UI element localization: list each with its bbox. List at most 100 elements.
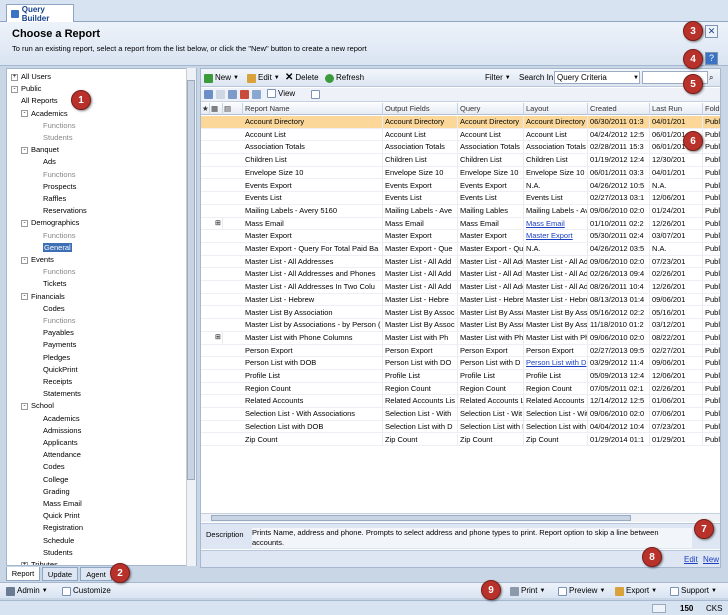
table-row[interactable]: Master List - All Addresses Master List -… (201, 255, 720, 269)
tree-item[interactable]: + All Users (11, 71, 51, 83)
tree-item[interactable]: Functions (43, 266, 76, 278)
layout-type-icon[interactable]: ▤ (223, 103, 243, 115)
tree-item[interactable]: Payments (43, 339, 76, 351)
tree-item[interactable]: - Financials (21, 291, 65, 303)
column-header[interactable]: Last Run (650, 103, 703, 115)
tree-item[interactable]: Codes (43, 303, 65, 315)
preview-button[interactable]: Preview ▼ (558, 585, 605, 597)
tree-item[interactable]: All Reports (21, 95, 58, 107)
grid-scrollbar-thumb[interactable] (211, 515, 631, 521)
tree-item[interactable]: + Tributes (21, 559, 58, 565)
layout-link[interactable]: Person List with D (526, 358, 586, 367)
print-icon[interactable] (228, 90, 237, 99)
table-row[interactable]: Envelope Size 10 Envelope Size 10 Envelope… (201, 166, 720, 180)
tab-query-builder[interactable]: Query Builder (6, 4, 74, 23)
grid-horizontal-scrollbar[interactable] (201, 513, 720, 522)
table-row[interactable]: Mailing Labels - Avery 5160 Mailing Label… (201, 204, 720, 218)
table-row[interactable]: Region Count Region Count Region Count Regi… (201, 382, 720, 396)
table-row[interactable]: Master Export Master Export Master Export M… (201, 230, 720, 243)
column-header[interactable]: Output Fields (383, 103, 458, 115)
tree-item[interactable]: Admissions (43, 425, 81, 437)
collapse-icon[interactable]: - (21, 293, 28, 301)
tree-item[interactable]: Schedule (43, 535, 74, 547)
tree-item[interactable]: - Demographics (21, 217, 79, 229)
customize-button[interactable]: Customize (62, 585, 111, 597)
tree-item[interactable]: Functions (43, 120, 76, 132)
tree-item[interactable]: Applicants (43, 437, 78, 449)
table-row[interactable]: Related Accounts Related Accounts Lis Rela… (201, 395, 720, 409)
collapse-icon[interactable]: - (21, 402, 28, 410)
tab-agent[interactable]: Agent (80, 567, 112, 581)
table-row[interactable]: Master List - All Addresses In Two Colu M… (201, 281, 720, 294)
star-icon[interactable]: ★ (201, 103, 210, 115)
tree-item[interactable]: Grading (43, 486, 70, 498)
table-row[interactable]: Master List - All Addresses and Phones Ma… (201, 268, 720, 282)
column-header[interactable]: Report Name (243, 103, 383, 115)
view-button[interactable]: View (267, 89, 295, 98)
table-row[interactable]: Person Export Person Export Person Export P… (201, 344, 720, 358)
tree-item[interactable]: Codes (43, 461, 65, 473)
tree-item[interactable]: - School (21, 400, 54, 412)
table-row[interactable]: Selection List with DOB Selection List wi… (201, 420, 720, 434)
collapse-icon[interactable]: - (21, 146, 28, 154)
copy-icon[interactable] (216, 90, 225, 99)
tree-item[interactable]: Prospects (43, 181, 76, 193)
search-icon[interactable]: ⌕ (709, 72, 713, 84)
column-header[interactable]: Query (458, 103, 524, 115)
export-icon[interactable] (240, 90, 249, 99)
tree-item[interactable]: Attendance (43, 449, 81, 461)
tree-item[interactable]: - Events (21, 254, 54, 266)
tree-item[interactable]: - Public (11, 83, 41, 95)
tree-item[interactable]: Registration (43, 522, 83, 534)
close-icon[interactable]: ✕ (705, 25, 718, 38)
table-row[interactable]: Master Export - Query For Total Paid Ba M… (201, 243, 720, 256)
table-row[interactable]: Master List - Hebrew Master List - Hebre M… (201, 293, 720, 307)
table-row[interactable]: Account Directory Account Directory Accoun… (201, 116, 720, 129)
tree-item[interactable]: Functions (43, 230, 76, 242)
tree-item[interactable]: Pledges (43, 352, 70, 364)
tree-item[interactable]: Students (43, 547, 73, 559)
tree-item[interactable]: Mass Email (43, 498, 82, 510)
refresh-button[interactable]: Refresh (325, 72, 364, 84)
table-row[interactable]: Children List Children List Children List C… (201, 154, 720, 167)
tree-scrollbar-thumb[interactable] (187, 80, 195, 480)
layout-link[interactable]: Mass Email (526, 219, 565, 228)
tree-item[interactable]: General (43, 242, 72, 254)
table-row[interactable]: Profile List Profile List Profile List Prof… (201, 370, 720, 383)
tree-item[interactable]: Academics (43, 413, 80, 425)
collapse-icon[interactable]: - (21, 219, 28, 227)
delete-button[interactable]: ✕ Delete (285, 72, 319, 84)
new-description-link[interactable]: New (703, 555, 719, 564)
layout-icon[interactable] (311, 90, 320, 99)
edit-description-link[interactable]: Edit (684, 555, 698, 564)
export-button[interactable]: Export ▼ (615, 585, 657, 597)
table-row[interactable]: Person List with DOB Person List with DO P… (201, 357, 720, 370)
search-in-select[interactable]: Query Criteria ▼ (554, 71, 640, 84)
table-row[interactable]: ⊞ Mass Email Mass Email Mass Email Mass Emai… (201, 217, 720, 231)
tree-item[interactable]: Statements (43, 388, 81, 400)
tree-item[interactable]: - Banquet (21, 144, 59, 156)
collapse-icon[interactable]: - (21, 110, 28, 118)
support-button[interactable]: Support ▼ (670, 585, 717, 597)
layout-link[interactable]: Master Export (526, 231, 573, 240)
tree-item[interactable]: Quick Print (43, 510, 80, 522)
filter-button[interactable]: Filter ▼ (485, 72, 511, 84)
table-row[interactable]: Zip Count Zip Count Zip Count Zip Count 01/2… (201, 433, 720, 447)
columns-icon[interactable] (252, 90, 261, 99)
admin-button[interactable]: Admin ▼ (6, 585, 48, 597)
tree-item[interactable]: Tickets (43, 278, 66, 290)
table-row[interactable]: Events List Events List Events List Events … (201, 192, 720, 205)
print-button[interactable]: Print ▼ (510, 585, 545, 597)
tab-report[interactable]: Report (6, 567, 40, 581)
grid-icon[interactable] (204, 90, 213, 99)
table-row[interactable]: Selection List - With Associations Select… (201, 408, 720, 421)
tree-item[interactable]: Reservations (43, 205, 87, 217)
help-icon[interactable]: ? (705, 52, 718, 65)
table-row[interactable]: Events Export Events Export Events Export N… (201, 179, 720, 193)
tree-item[interactable]: QuickPrint (43, 364, 78, 376)
collapse-icon[interactable]: - (11, 85, 18, 93)
report-type-icon[interactable]: ▦ (210, 103, 223, 115)
column-header[interactable]: Layout (524, 103, 588, 115)
table-row[interactable]: Account List Account List Account List Acco… (201, 128, 720, 142)
tree-item[interactable]: Raffles (43, 193, 66, 205)
